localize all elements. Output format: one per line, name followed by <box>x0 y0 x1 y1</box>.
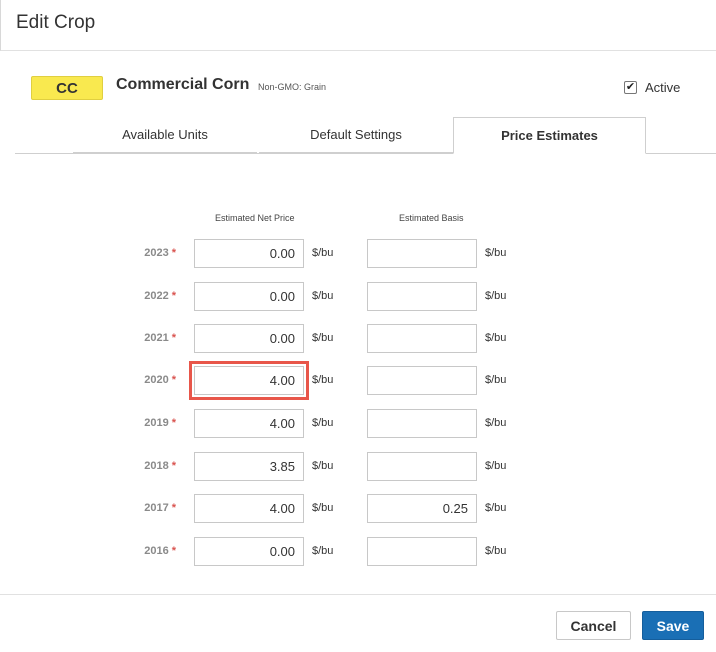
net-price-unit: $/bu <box>312 417 334 429</box>
tab-price-estimates[interactable]: Price Estimates <box>453 117 646 154</box>
required-marker: * <box>171 417 176 429</box>
price-row-2022: 2022 * 0.00 $/bu $/bu <box>0 282 716 312</box>
net-price-unit: $/bu <box>312 332 334 344</box>
required-marker: * <box>171 502 176 514</box>
net-price-input[interactable]: 0.00 <box>194 537 304 566</box>
active-toggle[interactable]: ✔ Active <box>624 78 680 96</box>
net-price-input[interactable]: 4.00 <box>194 409 304 438</box>
basis-unit: $/bu <box>485 332 507 344</box>
net-price-input[interactable]: 0.00 <box>194 282 304 311</box>
tab-bar: Available Units Default Settings Price E… <box>15 117 716 154</box>
crop-badge: CC <box>31 76 103 100</box>
net-price-input[interactable]: 3.85 <box>194 452 304 481</box>
price-row-2020: 2020 * 4.00 $/bu $/bu <box>0 361 716 400</box>
price-row-2021: 2021 * 0.00 $/bu $/bu <box>0 324 716 354</box>
price-row-2018: 2018 * 3.85 $/bu $/bu <box>0 452 716 482</box>
basis-input[interactable] <box>367 239 477 268</box>
tab-default-settings[interactable]: Default Settings <box>259 117 453 153</box>
price-row-2019: 2019 * 4.00 $/bu $/bu <box>0 409 716 439</box>
net-price-unit: $/bu <box>312 290 334 302</box>
net-price-unit: $/bu <box>312 545 334 557</box>
price-row-2016: 2016 * 0.00 $/bu $/bu <box>0 537 716 567</box>
basis-input[interactable] <box>367 366 477 395</box>
net-price-input[interactable]: 0.00 <box>194 324 304 353</box>
basis-input[interactable] <box>367 409 477 438</box>
price-row-2017: 2017 * 4.00 $/bu 0.25 $/bu <box>0 494 716 524</box>
year-text: 2017 <box>144 502 169 514</box>
required-marker: * <box>171 332 176 344</box>
net-price-input[interactable]: 4.00 <box>189 361 309 400</box>
active-checkbox[interactable]: ✔ <box>624 80 637 94</box>
year-label: 2017 * <box>120 502 176 514</box>
save-button[interactable]: Save <box>642 611 704 640</box>
basis-input[interactable] <box>367 452 477 481</box>
year-label: 2021 * <box>120 332 176 344</box>
basis-unit: $/bu <box>485 290 507 302</box>
net-price-unit: $/bu <box>312 374 334 386</box>
basis-unit: $/bu <box>485 247 507 259</box>
year-label: 2020 * <box>120 374 176 386</box>
modal-footer: Cancel Save <box>0 594 716 652</box>
year-text: 2018 <box>144 460 169 472</box>
basis-unit: $/bu <box>485 417 507 429</box>
year-label: 2018 * <box>120 460 176 472</box>
basis-unit: $/bu <box>485 502 507 514</box>
tab-label: Available Units <box>122 127 208 142</box>
year-text: 2021 <box>144 332 169 344</box>
net-price-input[interactable]: 0.00 <box>194 239 304 268</box>
basis-input[interactable] <box>367 324 477 353</box>
year-label: 2019 * <box>120 417 176 429</box>
required-marker: * <box>171 374 176 386</box>
crop-summary: CC Commercial Corn Non-GMO: Grain ✔ Acti… <box>0 70 716 106</box>
required-marker: * <box>171 545 176 557</box>
net-price-unit: $/bu <box>312 502 334 514</box>
year-text: 2023 <box>144 247 169 259</box>
year-text: 2022 <box>144 290 169 302</box>
tab-label: Price Estimates <box>501 128 598 143</box>
basis-unit: $/bu <box>485 545 507 557</box>
modal-header: Edit Crop <box>0 0 716 51</box>
year-label: 2023 * <box>120 247 176 259</box>
net-price-unit: $/bu <box>312 460 334 472</box>
year-text: 2016 <box>144 545 169 557</box>
year-text: 2019 <box>144 417 169 429</box>
basis-input[interactable] <box>367 537 477 566</box>
basis-unit: $/bu <box>485 460 507 472</box>
tab-available-units[interactable]: Available Units <box>73 117 257 153</box>
required-marker: * <box>171 460 176 472</box>
active-label: Active <box>645 79 681 95</box>
required-marker: * <box>171 290 176 302</box>
crop-subtitle: Non-GMO: Grain <box>258 82 327 92</box>
price-row-2023: 2023 * 0.00 $/bu $/bu <box>0 239 716 269</box>
year-label: 2022 * <box>120 290 176 302</box>
checkmark-icon: ✔ <box>625 80 636 93</box>
basis-input[interactable] <box>367 282 477 311</box>
year-text: 2020 <box>144 374 169 386</box>
year-label: 2016 * <box>120 545 176 557</box>
basis-unit: $/bu <box>485 374 507 386</box>
tab-label: Default Settings <box>310 127 402 142</box>
column-header-basis: Estimated Basis <box>399 213 464 223</box>
column-header-net-price: Estimated Net Price <box>215 213 295 223</box>
net-price-unit: $/bu <box>312 247 334 259</box>
net-price-input[interactable]: 4.00 <box>194 494 304 523</box>
basis-input[interactable]: 0.25 <box>367 494 477 523</box>
crop-name: Commercial Corn <box>116 76 250 93</box>
cancel-button[interactable]: Cancel <box>556 611 631 640</box>
page-title: Edit Crop <box>16 12 96 33</box>
required-marker: * <box>171 247 176 259</box>
